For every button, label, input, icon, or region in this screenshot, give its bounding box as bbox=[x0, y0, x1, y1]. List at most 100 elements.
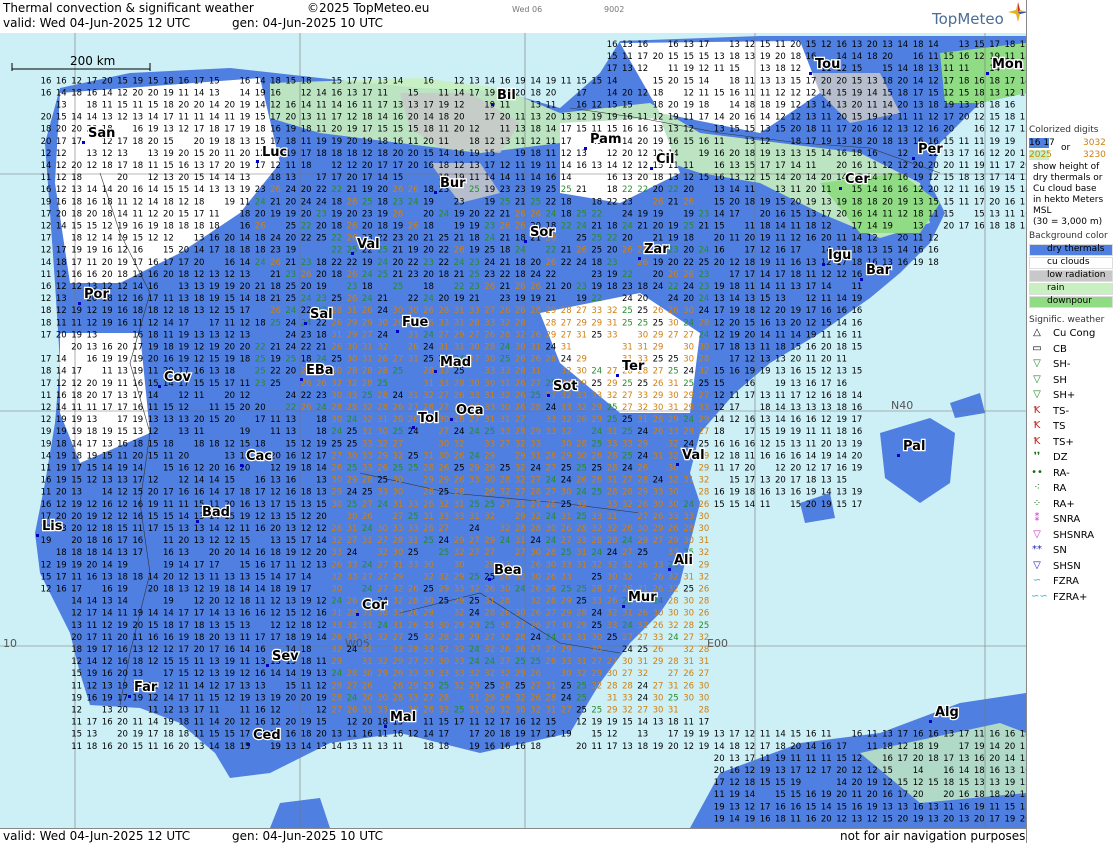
svg-text:18: 18 bbox=[867, 197, 878, 207]
svg-text:13: 13 bbox=[178, 415, 189, 425]
svg-text:12: 12 bbox=[790, 101, 801, 111]
wx-legend-label: SN bbox=[1053, 545, 1067, 556]
svg-text:26: 26 bbox=[637, 560, 648, 570]
svg-text:29: 29 bbox=[637, 439, 648, 449]
svg-text:16: 16 bbox=[87, 88, 98, 98]
svg-text:12: 12 bbox=[163, 306, 174, 316]
svg-text:21: 21 bbox=[347, 185, 358, 195]
svg-text:20: 20 bbox=[285, 718, 296, 728]
svg-text:11: 11 bbox=[775, 391, 786, 401]
svg-text:20: 20 bbox=[270, 524, 281, 534]
svg-text:12: 12 bbox=[117, 246, 128, 256]
bg-legend-item: rain bbox=[1029, 283, 1113, 295]
svg-text:16: 16 bbox=[285, 476, 296, 486]
svg-text:19: 19 bbox=[699, 742, 710, 752]
svg-text:18: 18 bbox=[71, 197, 82, 207]
svg-text:15: 15 bbox=[484, 149, 495, 159]
svg-text:32: 32 bbox=[377, 439, 388, 449]
svg-text:29: 29 bbox=[561, 451, 572, 461]
svg-text:11: 11 bbox=[867, 161, 878, 171]
svg-text:24: 24 bbox=[469, 657, 480, 667]
svg-text:17: 17 bbox=[178, 609, 189, 619]
svg-text:20: 20 bbox=[1005, 149, 1016, 159]
svg-text:18: 18 bbox=[194, 294, 205, 304]
svg-text:31: 31 bbox=[637, 657, 648, 667]
svg-text:30: 30 bbox=[438, 621, 449, 631]
svg-text:19: 19 bbox=[806, 197, 817, 207]
svg-text:17: 17 bbox=[194, 209, 205, 219]
svg-text:13: 13 bbox=[163, 415, 174, 425]
svg-text:26: 26 bbox=[637, 500, 648, 510]
svg-text:17: 17 bbox=[836, 125, 847, 135]
svg-text:25: 25 bbox=[546, 185, 557, 195]
svg-text:18: 18 bbox=[87, 427, 98, 437]
svg-text:27: 27 bbox=[530, 476, 541, 486]
svg-text:29: 29 bbox=[699, 560, 710, 570]
svg-text:11: 11 bbox=[316, 113, 327, 123]
svg-text:26: 26 bbox=[347, 222, 358, 232]
svg-text:24: 24 bbox=[500, 343, 511, 353]
svg-text:18: 18 bbox=[377, 222, 388, 232]
svg-text:25: 25 bbox=[423, 536, 434, 546]
svg-text:11: 11 bbox=[87, 403, 98, 413]
svg-text:11: 11 bbox=[546, 161, 557, 171]
svg-text:28: 28 bbox=[377, 403, 388, 413]
svg-text:19: 19 bbox=[224, 282, 235, 292]
svg-text:14: 14 bbox=[775, 415, 786, 425]
svg-text:16: 16 bbox=[729, 439, 740, 449]
svg-text:17: 17 bbox=[729, 403, 740, 413]
svg-text:20: 20 bbox=[729, 113, 740, 123]
svg-text:11: 11 bbox=[974, 137, 985, 147]
svg-text:24: 24 bbox=[408, 197, 419, 207]
svg-text:26: 26 bbox=[377, 355, 388, 365]
svg-text:23: 23 bbox=[362, 209, 373, 219]
svg-text:30: 30 bbox=[546, 560, 557, 570]
svg-text:32: 32 bbox=[393, 585, 404, 595]
weather-map[interactable]: 200 km N40 W05 E00 10 16 13 16 16 13 17 13 12 15… bbox=[0, 33, 1026, 828]
svg-text:12: 12 bbox=[530, 718, 541, 728]
svg-text:32: 32 bbox=[668, 585, 679, 595]
svg-text:31: 31 bbox=[423, 451, 434, 461]
svg-text:16: 16 bbox=[163, 355, 174, 365]
svg-text:24: 24 bbox=[637, 693, 648, 703]
svg-text:15: 15 bbox=[209, 730, 220, 740]
svg-text:24: 24 bbox=[500, 536, 511, 546]
svg-text:16: 16 bbox=[668, 137, 679, 147]
svg-text:11: 11 bbox=[637, 113, 648, 123]
svg-text:20: 20 bbox=[316, 222, 327, 232]
svg-text:18: 18 bbox=[836, 391, 847, 401]
svg-text:20: 20 bbox=[744, 464, 755, 474]
svg-text:24: 24 bbox=[377, 621, 388, 631]
svg-text:Cac: Cac bbox=[246, 449, 272, 464]
svg-text:12: 12 bbox=[897, 209, 908, 219]
svg-text:24: 24 bbox=[316, 197, 327, 207]
wx-legend-item: ▽ SHSNRA bbox=[1029, 529, 1115, 543]
svg-text:13: 13 bbox=[194, 742, 205, 752]
svg-text:24: 24 bbox=[331, 669, 342, 679]
svg-text:12: 12 bbox=[71, 282, 82, 292]
svg-text:31: 31 bbox=[469, 706, 480, 716]
svg-text:13: 13 bbox=[959, 754, 970, 764]
svg-text:31: 31 bbox=[668, 681, 679, 691]
svg-text:24: 24 bbox=[699, 294, 710, 304]
svg-text:19: 19 bbox=[102, 427, 113, 437]
svg-text:26: 26 bbox=[270, 258, 281, 268]
svg-text:26: 26 bbox=[515, 306, 526, 316]
weather-symbol-icon: Ꝁ bbox=[1031, 436, 1043, 447]
wx-legend-label: CB bbox=[1053, 344, 1067, 355]
svg-text:16: 16 bbox=[576, 161, 587, 171]
svg-text:Bea: Bea bbox=[494, 563, 522, 578]
svg-text:15: 15 bbox=[178, 657, 189, 667]
svg-text:29: 29 bbox=[591, 318, 602, 328]
svg-text:31: 31 bbox=[576, 657, 587, 667]
digits-description: show height of dry thermals or Cu cloud ba… bbox=[1033, 162, 1103, 228]
svg-text:29: 29 bbox=[469, 464, 480, 474]
svg-text:17: 17 bbox=[959, 222, 970, 232]
svg-text:12: 12 bbox=[806, 391, 817, 401]
svg-text:16: 16 bbox=[546, 173, 557, 183]
svg-text:20: 20 bbox=[607, 246, 618, 256]
svg-text:18: 18 bbox=[836, 343, 847, 353]
svg-text:13: 13 bbox=[209, 621, 220, 631]
svg-text:18: 18 bbox=[668, 718, 679, 728]
svg-text:17: 17 bbox=[989, 173, 1000, 183]
